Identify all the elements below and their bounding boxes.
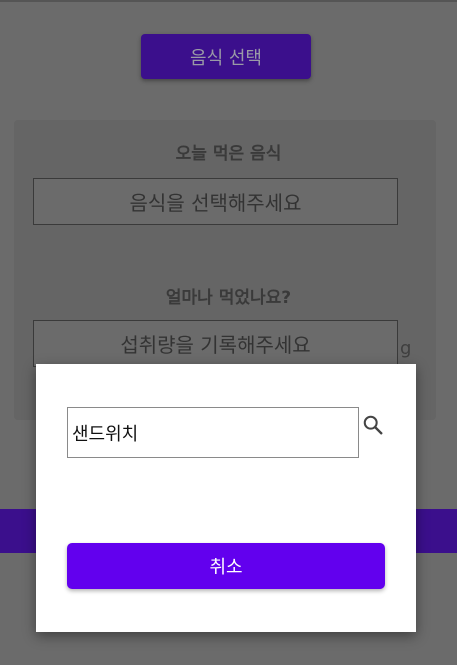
select-food-button[interactable]: 음식 선택 xyxy=(141,34,311,79)
food-label: 오늘 먹은 음식 xyxy=(175,144,282,164)
food-search-dialog: 취소 xyxy=(36,364,416,632)
cancel-button[interactable]: 취소 xyxy=(67,543,385,589)
amount-placeholder: 섭취량을 기록해주세요 xyxy=(120,333,311,357)
amount-label: 얼마나 먹었나요? xyxy=(165,288,292,308)
search-icon[interactable] xyxy=(362,414,384,436)
top-divider xyxy=(0,0,457,2)
amount-field[interactable]: 섭취량을 기록해주세요 xyxy=(33,320,398,367)
amount-unit: g xyxy=(400,338,412,359)
food-field[interactable]: 음식을 선택해주세요 xyxy=(33,178,398,225)
food-placeholder: 음식을 선택해주세요 xyxy=(129,191,302,215)
food-search-input[interactable] xyxy=(67,407,359,458)
